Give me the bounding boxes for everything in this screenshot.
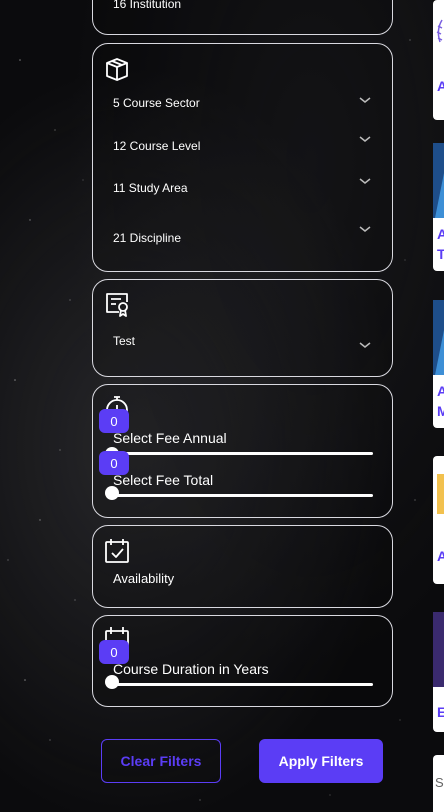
result-card-logo: [437, 474, 444, 514]
fee-annual-value-badge: 0: [99, 409, 129, 433]
clear-filters-button[interactable]: Clear Filters: [101, 739, 221, 783]
chevron-down-icon: [358, 221, 372, 232]
chevron-down-icon: [358, 173, 372, 184]
institution-filter-card[interactable]: 16 Institution: [92, 0, 393, 35]
fee-total-slider-track[interactable]: [111, 494, 373, 497]
test-filter-card[interactable]: Test: [92, 279, 393, 377]
laurel-logo-icon: [434, 18, 444, 58]
course-sector-dropdown[interactable]: 5 Course Sector: [93, 86, 392, 120]
result-card-1[interactable]: A: [433, 0, 444, 120]
study-area-dropdown[interactable]: 11 Study Area: [93, 172, 392, 206]
result-card-title: A: [437, 226, 444, 242]
chevron-down-icon: [358, 337, 372, 348]
result-card-2[interactable]: A T: [433, 143, 444, 271]
result-card-image: [433, 300, 444, 375]
result-card-image: [433, 612, 444, 687]
book-box-icon: [103, 54, 131, 82]
result-card-5[interactable]: E: [433, 612, 444, 732]
duration-slider-track[interactable]: [111, 683, 373, 686]
study-area-label: 11 Study Area: [113, 181, 188, 195]
result-card-subtitle: T: [437, 246, 444, 262]
result-card-subtitle: M: [437, 403, 444, 419]
result-card-6[interactable]: S: [433, 755, 444, 812]
discipline-label: 21 Discipline: [113, 231, 182, 245]
fee-total-value-badge: 0: [99, 451, 129, 475]
result-card-title: S: [435, 775, 444, 790]
availability-label: Availability: [113, 571, 175, 586]
result-card-title: A: [437, 548, 444, 564]
discipline-dropdown[interactable]: 21 Discipline: [93, 220, 392, 254]
duration-filter-card: Course Duration in Years 0: [92, 615, 393, 707]
result-card-title: A: [437, 383, 444, 399]
result-card-image: [433, 143, 444, 218]
apply-filters-button[interactable]: Apply Filters: [259, 739, 383, 783]
calendar-check-icon: [103, 537, 131, 565]
result-card-3[interactable]: A M: [433, 300, 444, 428]
course-level-dropdown[interactable]: 12 Course Level: [93, 130, 392, 164]
chevron-down-icon: [358, 92, 372, 103]
fee-annual-slider-track[interactable]: [111, 452, 373, 455]
test-label: Test: [113, 334, 136, 348]
course-level-label: 12 Course Level: [113, 139, 201, 153]
course-sector-label: 5 Course Sector: [113, 96, 200, 110]
duration-label: Course Duration in Years: [113, 661, 269, 677]
chevron-down-icon: [358, 131, 372, 142]
fee-total-label: Select Fee Total: [113, 472, 214, 488]
fee-total-slider-thumb[interactable]: [105, 486, 119, 500]
result-card-title: A: [437, 78, 444, 94]
fee-filter-card: Select Fee Annual 0 Select Fee Total 0: [92, 384, 393, 518]
institution-label: 16 Institution: [113, 0, 182, 11]
result-card-title: E: [437, 704, 444, 720]
duration-value-badge: 0: [99, 640, 129, 664]
duration-slider-thumb[interactable]: [105, 675, 119, 689]
fee-annual-label: Select Fee Annual: [113, 430, 227, 446]
availability-filter-card[interactable]: Availability: [92, 525, 393, 608]
result-card-4[interactable]: A: [433, 456, 444, 584]
course-filter-card: 5 Course Sector 12 Course Level 11 Study…: [92, 43, 393, 272]
certificate-icon: [103, 290, 131, 318]
